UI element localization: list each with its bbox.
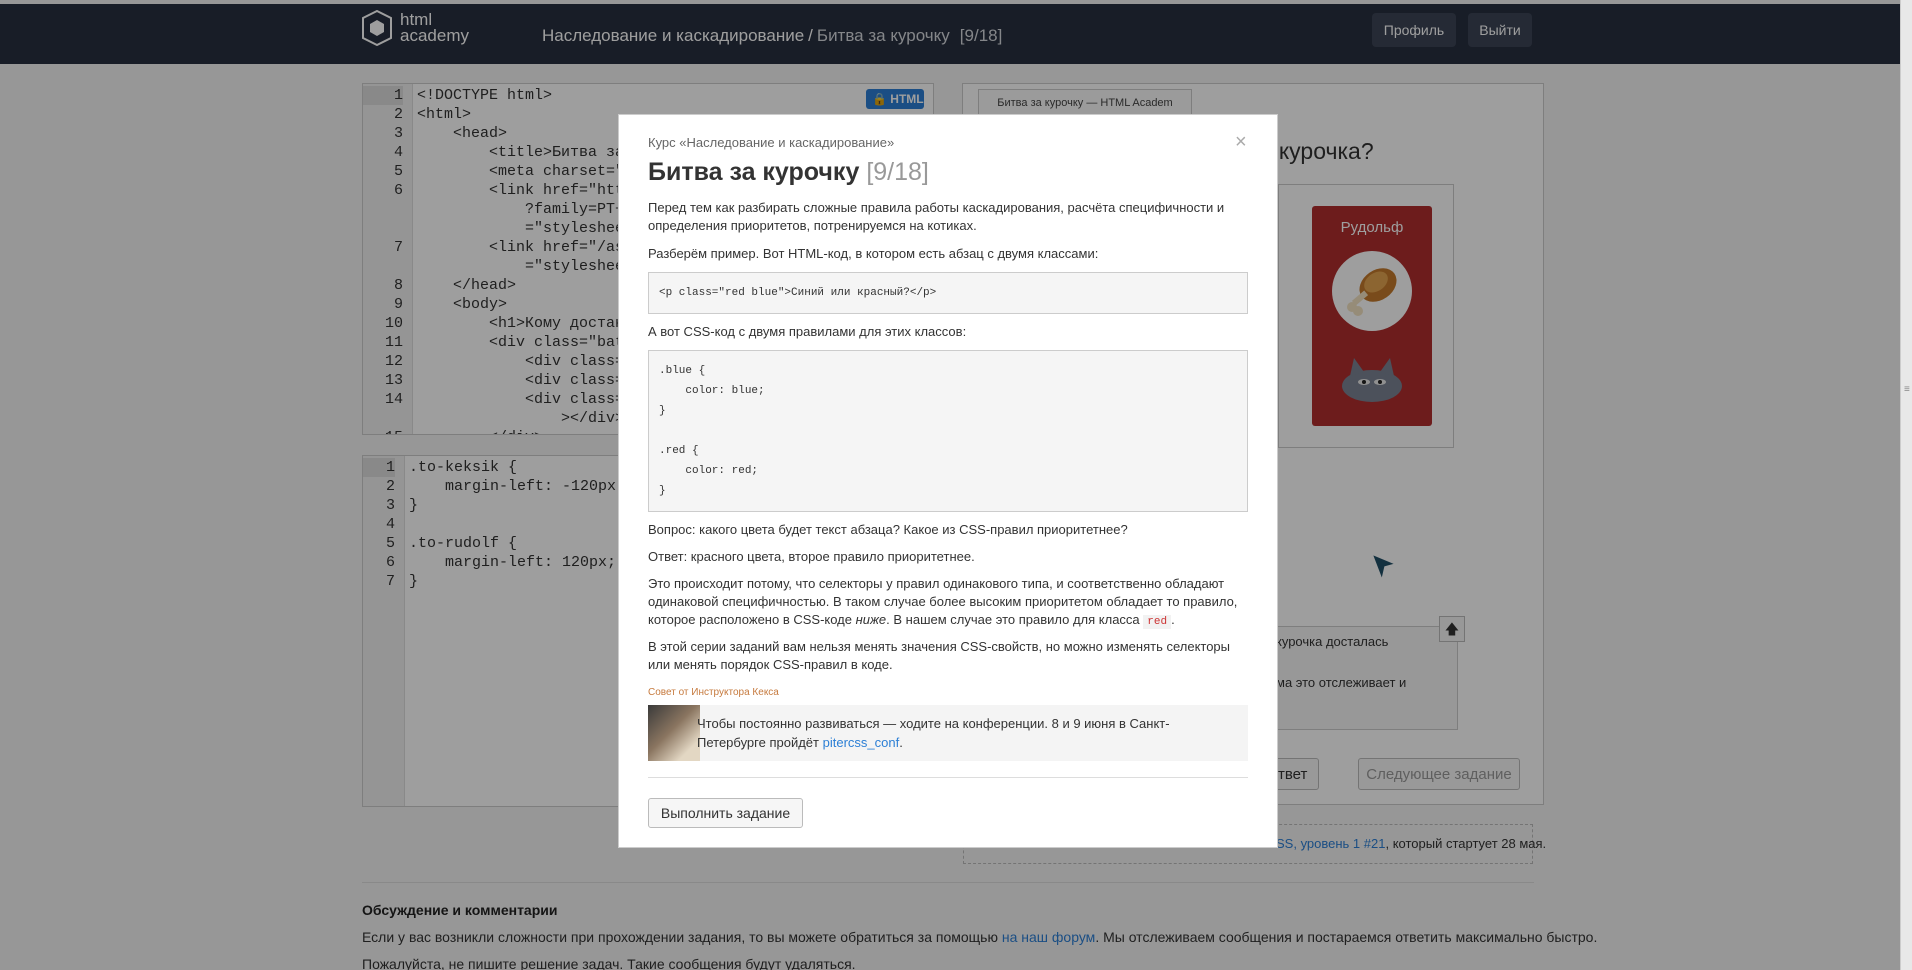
modal-title: Битва за курочку [9/18] [648,158,929,187]
modal-css-code-text: .blue { color: blue; } .red { color: red… [659,365,765,497]
tip-label: Совет от Инструктора Кекса [648,687,779,698]
modal-rule: В этой серии заданий вам нельзя менять з… [648,639,1231,672]
modal-explanation: Это происходит потому, что селекторы у п… [648,575,1248,631]
modal-answer: Ответ: красного цвета, второе правило пр… [648,549,975,564]
modal-intro: Перед тем как разбирать сложные правила … [648,200,1225,233]
tip-text-body: Чтобы постоянно развиваться — ходите на … [697,716,1170,750]
explain-mid: . В нашем случае это правило для класса [886,612,1144,627]
modal-course-name: Курс «Наследование и каскадирование» [648,135,895,150]
explain-emphasis: ниже [855,612,887,627]
scrollbar-grip-icon[interactable]: ≡ [1904,384,1910,398]
close-icon[interactable]: × [1235,132,1247,152]
tip-text: Чтобы постоянно развиваться — ходите на … [697,714,1237,752]
start-task-button[interactable]: Выполнить задание [648,798,803,828]
tip-link[interactable]: pitercss_conf [823,735,900,750]
modal-question: Вопрос: какого цвета будет текст абзаца?… [648,522,1128,537]
instructor-avatar [648,705,700,761]
modal-css-code: .blue { color: blue; } .red { color: red… [648,350,1248,512]
modal-example-intro: Разберём пример. Вот HTML-код, в котором… [648,246,1099,261]
modal-html-code: <p class="red blue">Синий или красный?</… [648,272,1248,314]
tip-text-end: . [899,735,903,750]
modal-css-intro: А вот CSS-код с двумя правилами для этих… [648,324,967,339]
modal-title-count: [9/18] [866,158,929,186]
explain-end: . [1171,612,1175,627]
modal-divider [648,777,1248,778]
scrollbar[interactable] [1900,0,1912,970]
explain-code: red [1143,615,1172,629]
modal-title-text: Битва за курочку [648,158,860,186]
